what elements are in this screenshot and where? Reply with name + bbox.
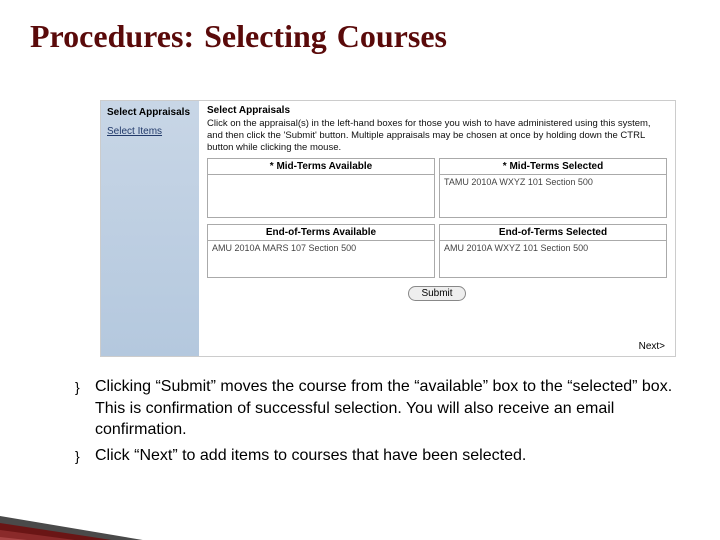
midterm-available-head: * Mid-Terms Available	[207, 158, 435, 174]
app-screenshot: Select Appraisals Select Items Select Ap…	[100, 100, 676, 357]
submit-row: Submit	[207, 286, 667, 301]
bullet-2: } Click “Next” to add items to courses t…	[75, 445, 680, 467]
eot-selected-head: End-of-Terms Selected	[439, 224, 667, 240]
bullet-list: } Clicking “Submit” moves the course fro…	[75, 376, 680, 471]
list-item: TAMU 2010A WXYZ 101 Section 500	[444, 177, 593, 187]
sidebar-link-select-appraisals[interactable]: Select Appraisals	[107, 107, 193, 118]
midterm-available-list[interactable]	[207, 174, 435, 218]
eot-available-list[interactable]: AMU 2010A MARS 107 Section 500	[207, 240, 435, 278]
midterm-selected-list[interactable]: TAMU 2010A WXYZ 101 Section 500	[439, 174, 667, 218]
submit-button[interactable]: Submit	[408, 286, 465, 301]
list-item: AMU 2010A WXYZ 101 Section 500	[444, 243, 588, 253]
bullet-1-text: Clicking “Submit” moves the course from …	[95, 376, 680, 441]
page-title: Procedures: Selecting Courses	[30, 18, 720, 55]
eot-available-head: End-of-Terms Available	[207, 224, 435, 240]
bullet-mark-icon: }	[75, 376, 95, 441]
title-word-1: Procedures:	[30, 18, 194, 55]
list-item: AMU 2010A MARS 107 Section 500	[212, 243, 356, 253]
bullet-mark-icon: }	[75, 445, 95, 467]
eot-selected-list[interactable]: AMU 2010A WXYZ 101 Section 500	[439, 240, 667, 278]
title-word-3: Courses	[337, 18, 447, 55]
midterm-row: * Mid-Terms Available * Mid-Terms Select…	[207, 158, 667, 218]
panel-instructions: Click on the appraisal(s) in the left-ha…	[207, 118, 667, 154]
bullet-1: } Clicking “Submit” moves the course fro…	[75, 376, 680, 441]
midterm-selected-head: * Mid-Terms Selected	[439, 158, 667, 174]
sidebar-link-select-items[interactable]: Select Items	[107, 126, 193, 137]
sidebar: Select Appraisals Select Items	[101, 101, 199, 356]
main-panel: Select Appraisals Click on the appraisal…	[199, 101, 675, 356]
bullet-2-text: Click “Next” to add items to courses tha…	[95, 445, 526, 467]
panel-heading: Select Appraisals	[207, 105, 667, 116]
decorative-wedge	[0, 498, 250, 540]
next-link[interactable]: Next>	[639, 341, 665, 352]
title-word-2: Selecting	[204, 18, 327, 55]
eot-row: End-of-Terms Available AMU 2010A MARS 10…	[207, 224, 667, 278]
